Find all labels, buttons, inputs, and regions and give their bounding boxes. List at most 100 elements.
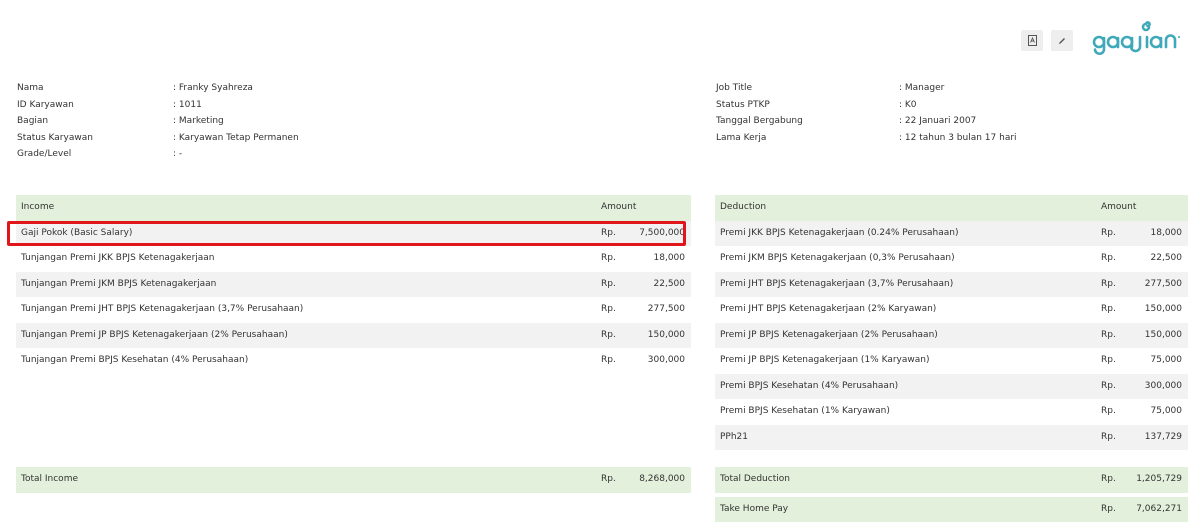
info-value: : Franky Syahreza — [173, 83, 253, 93]
info-row-grade: Grade/Level : - — [17, 146, 417, 163]
income-header: Income — [21, 202, 55, 212]
total-deduction-row: Total Deduction Rp. 1,205,729 — [715, 467, 1188, 493]
employee-info-right: Job Title : Manager Status PTKP : K0 Tan… — [716, 80, 1116, 146]
info-value: : 1011 — [173, 99, 202, 110]
currency-label: Rp. — [1101, 406, 1116, 416]
income-item-amount: 18,000 — [653, 253, 686, 263]
info-label: Nama — [17, 83, 44, 93]
take-home-pay-label: Take Home Pay — [720, 503, 789, 514]
info-label: Bagian — [17, 116, 49, 126]
income-item-name: Tunjangan Premi JP BPJS Ketenagakerjaan … — [21, 329, 288, 340]
info-row-join-date: Tanggal Bergabung : 22 Januari 2007 — [716, 113, 1116, 130]
income-item-name: Tunjangan Premi JKM BPJS Ketenagakerjaan — [21, 278, 217, 289]
info-label: Status PTKP — [716, 99, 770, 110]
deduction-item-amount: 75,000 — [1150, 355, 1183, 365]
deduction-item-amount: 150,000 — [1144, 304, 1182, 314]
info-value: : 12 tahun 3 bulan 17 hari — [899, 132, 1017, 143]
download-pdf-button[interactable] — [1021, 30, 1043, 51]
total-income-amount: 8,268,000 — [639, 474, 685, 484]
deduction-item-name: Premi BPJS Kesehatan (4% Perusahaan) — [720, 380, 899, 391]
deduction-item-name: Premi JP BPJS Ketenagakerjaan (1% Karyaw… — [720, 355, 930, 365]
income-item-amount: 22,500 — [653, 278, 686, 289]
deduction-item-amount: 75,000 — [1150, 406, 1183, 416]
deduction-row: Premi JKM BPJS Ketenagakerjaan (0,3% Per… — [715, 246, 1188, 272]
info-row-status: Status Karyawan : Karyawan Tetap Permane… — [17, 130, 417, 147]
take-home-pay-row: Take Home Pay Rp. 7,062,271 — [715, 496, 1188, 522]
income-row: Tunjangan Premi JP BPJS Ketenagakerjaan … — [16, 322, 691, 348]
deduction-item-name: Premi JHT BPJS Ketenagakerjaan (2% Karya… — [720, 304, 937, 314]
deduction-item-name: Premi JHT BPJS Ketenagakerjaan (3,7% Per… — [720, 278, 954, 289]
deduction-header: Deduction — [720, 202, 767, 212]
income-header-row: Income Amount — [16, 195, 691, 221]
pdf-file-icon — [1027, 35, 1037, 46]
currency-label: Rp. — [1101, 474, 1116, 484]
deduction-totals: Total Deduction Rp. 1,205,729 Take Home … — [715, 467, 1188, 522]
pencil-icon — [1059, 37, 1065, 44]
deduction-item-amount: 150,000 — [1144, 329, 1182, 340]
info-row-id: ID Karyawan : 1011 — [17, 97, 417, 114]
income-row: Tunjangan Premi JKK BPJS Ketenagakerjaan… — [16, 246, 691, 272]
deduction-row: Premi BPJS Kesehatan (1% Karyawan) Rp. 7… — [715, 399, 1188, 425]
income-total: Total Income Rp. 8,268,000 — [16, 467, 691, 493]
deduction-item-amount: 18,000 — [1150, 227, 1183, 238]
info-label: Job Title — [716, 83, 753, 93]
total-income-row: Total Income Rp. 8,268,000 — [16, 467, 691, 493]
info-label: Status Karyawan — [17, 132, 93, 143]
toolbar — [1021, 30, 1073, 51]
deduction-row: PPh21 Rp. 137,729 — [715, 424, 1188, 450]
info-label: Grade/Level — [17, 149, 72, 159]
total-deduction-amount: 1,205,729 — [1136, 474, 1182, 484]
income-item-name: Tunjangan Premi JHT BPJS Ketenagakerjaan… — [21, 304, 304, 314]
info-value: : K0 — [899, 99, 917, 110]
income-item-amount: 300,000 — [647, 355, 685, 365]
info-label: ID Karyawan — [17, 99, 74, 110]
deduction-header-row: Deduction Amount — [715, 195, 1188, 221]
income-item-amount: 150,000 — [647, 329, 685, 340]
employee-info-left: Nama : Franky Syahreza ID Karyawan : 101… — [17, 80, 417, 163]
info-row-ptkp: Status PTKP : K0 — [716, 97, 1116, 114]
currency-label: Rp. — [601, 474, 616, 484]
currency-label: Rp. — [601, 304, 616, 314]
deduction-item-amount: 22,500 — [1150, 253, 1183, 263]
amount-header: Amount — [601, 202, 637, 212]
income-item-amount: 277,500 — [647, 304, 685, 314]
deduction-item-amount: 277,500 — [1144, 278, 1182, 289]
currency-label: Rp. — [601, 329, 616, 340]
currency-label: Rp. — [1101, 355, 1116, 365]
gadjian-logo — [1092, 21, 1180, 56]
total-income-label: Total Income — [21, 474, 78, 484]
info-value: : Marketing — [173, 116, 224, 126]
currency-label: Rp. — [601, 355, 616, 365]
currency-label: Rp. — [1101, 329, 1116, 340]
currency-label: Rp. — [1101, 278, 1116, 289]
income-row: Tunjangan Premi JHT BPJS Ketenagakerjaan… — [16, 297, 691, 323]
currency-label: Rp. — [1101, 503, 1116, 514]
deduction-item-name: Premi JKM BPJS Ketenagakerjaan (0,3% Per… — [720, 253, 955, 263]
currency-label: Rp. — [1101, 227, 1116, 238]
currency-label: Rp. — [601, 278, 616, 289]
deduction-item-name: Premi JP BPJS Ketenagakerjaan (2% Perusa… — [720, 329, 938, 340]
income-item-name: Tunjangan Premi JKK BPJS Ketenagakerjaan — [21, 253, 215, 263]
deduction-row: Premi BPJS Kesehatan (4% Perusahaan) Rp.… — [715, 373, 1188, 399]
take-home-pay-amount: 7,062,271 — [1136, 503, 1182, 514]
total-deduction-label: Total Deduction — [720, 474, 790, 484]
info-value: : 22 Januari 2007 — [899, 116, 977, 126]
income-row: Tunjangan Premi JKM BPJS Ketenagakerjaan… — [16, 271, 691, 297]
deduction-row: Premi JHT BPJS Ketenagakerjaan (2% Karya… — [715, 297, 1188, 323]
deduction-row: Premi JHT BPJS Ketenagakerjaan (3,7% Per… — [715, 271, 1188, 297]
info-value: : Karyawan Tetap Permanen — [173, 132, 299, 143]
edit-button[interactable] — [1051, 30, 1073, 51]
currency-label: Rp. — [1101, 253, 1116, 263]
deduction-item-name: Premi JKK BPJS Ketenagakerjaan (0.24% Pe… — [720, 227, 959, 238]
currency-label: Rp. — [1101, 304, 1116, 314]
info-value: : Manager — [899, 83, 945, 93]
info-value: : - — [173, 149, 183, 159]
deduction-item-name: PPh21 — [720, 431, 749, 442]
currency-label: Rp. — [1101, 380, 1116, 391]
amount-header: Amount — [1101, 202, 1137, 212]
currency-label: Rp. — [601, 253, 616, 263]
income-row: Tunjangan Premi BPJS Kesehatan (4% Perus… — [16, 348, 691, 374]
deduction-item-name: Premi BPJS Kesehatan (1% Karyawan) — [720, 406, 890, 416]
deduction-row: Premi JP BPJS Ketenagakerjaan (2% Perusa… — [715, 322, 1188, 348]
info-label: Tanggal Bergabung — [716, 116, 803, 126]
